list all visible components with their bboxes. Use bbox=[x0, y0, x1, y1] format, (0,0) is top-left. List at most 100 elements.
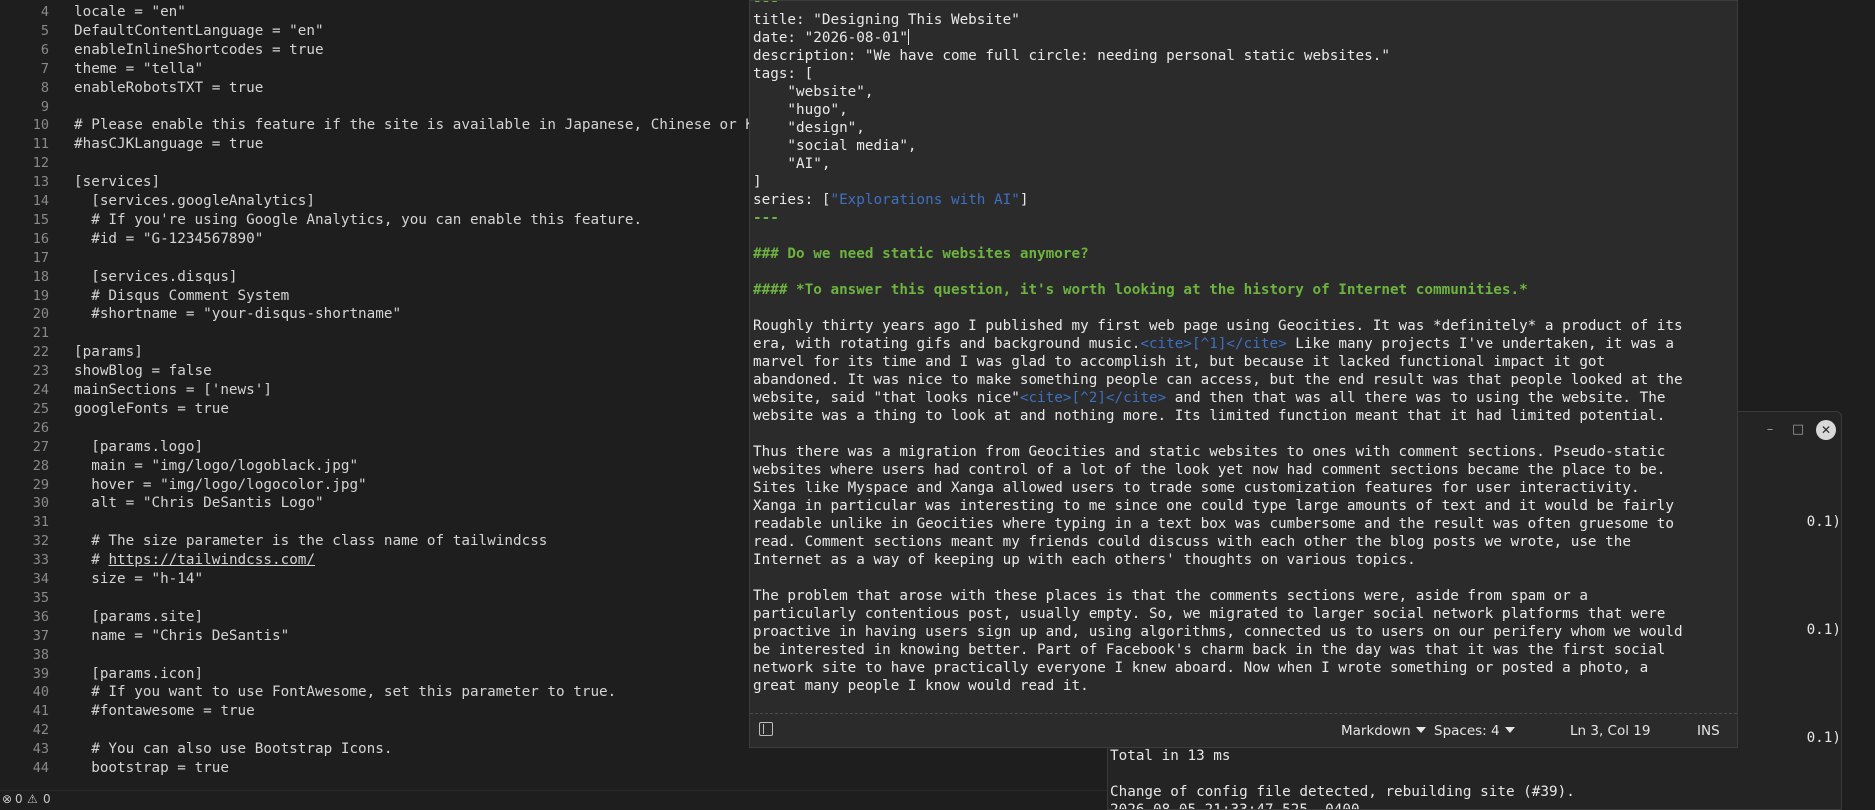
front-matter-tags-close: ] bbox=[753, 174, 762, 190]
terminal-text-fragment: 0.1) bbox=[1806, 622, 1841, 638]
sidebar-toggle-icon[interactable] bbox=[759, 722, 773, 736]
line-number: 40 bbox=[32, 684, 49, 701]
line-number: 42 bbox=[32, 722, 49, 739]
code-line: showBlog = false bbox=[74, 362, 212, 380]
code-text: #hasCJKLanguage = true bbox=[74, 136, 264, 153]
code-line: # If you're using Google Analytics, you … bbox=[74, 211, 642, 229]
code-text: enableRobotsTXT = true bbox=[74, 79, 264, 96]
paragraph-line: Sites like Myspace and Xanga allowed use… bbox=[753, 480, 1640, 496]
line-number: 10 bbox=[32, 117, 49, 134]
line-number: 18 bbox=[32, 268, 49, 285]
line-number: 31 bbox=[32, 514, 49, 531]
code-line: # If you want to use FontAwesome, set th… bbox=[74, 683, 616, 701]
line-number: 4 bbox=[40, 4, 49, 20]
line-number: 5 bbox=[40, 22, 49, 39]
code-line: [params.logo] bbox=[74, 438, 203, 456]
code-text: mainSections = ['news'] bbox=[74, 382, 272, 398]
line-number: 7 bbox=[40, 60, 49, 77]
line-number: 19 bbox=[32, 287, 49, 304]
markdown-editor-window[interactable]: --- title: "Designing This Website" date… bbox=[749, 0, 1738, 748]
code-text: [params.logo] bbox=[74, 438, 204, 455]
code-text: # Please enable this feature if the site… bbox=[74, 117, 763, 134]
terminal-line: 2026-08-05 21:33:47.525 -0400 bbox=[1110, 802, 1360, 810]
language-selector[interactable]: Markdown bbox=[1341, 723, 1426, 739]
code-line: # The size parameter is the class name o… bbox=[74, 532, 547, 550]
line-number-gutter: 4 5 6 7 8 9 10 11 12 13 14 15 16 17 18 19 20 21 22 23 24 25 26… bbox=[0, 0, 55, 790]
code-line: # Disqus Comment System bbox=[74, 287, 289, 305]
front-matter-date: date: "2026-08-01" bbox=[753, 29, 909, 46]
chevron-down-icon bbox=[1415, 727, 1426, 733]
code-text: # Disqus Comment System bbox=[74, 287, 290, 304]
code-text: [params] bbox=[74, 344, 143, 361]
code-text: bootstrap = true bbox=[74, 760, 229, 776]
code-text: #shortname = "your-disqus-shortname" bbox=[74, 306, 402, 323]
code-text: main = "img/logo/logoblack.jpg" bbox=[74, 457, 359, 474]
front-matter-title: title: "Designing This Website" bbox=[753, 12, 1020, 28]
cursor-position[interactable]: Ln 3, Col 19 bbox=[1570, 723, 1650, 739]
code-text: #fontawesome = true bbox=[74, 703, 255, 720]
code-line: [params.icon] bbox=[74, 665, 203, 683]
close-icon[interactable]: ✕ bbox=[1816, 420, 1836, 440]
line-number: 44 bbox=[32, 760, 49, 776]
line-number: 17 bbox=[32, 249, 49, 266]
terminal-line: Change of config file detected, rebuildi… bbox=[1110, 784, 1575, 800]
code-line: locale = "en" bbox=[74, 3, 186, 21]
problems-status-bar[interactable]: ⊗ 0 ⚠ 0 bbox=[0, 790, 1110, 809]
chevron-down-icon bbox=[1504, 727, 1515, 733]
code-text: # bbox=[74, 552, 109, 569]
line-number: 37 bbox=[32, 627, 49, 644]
code-line: enableRobotsTXT = true bbox=[74, 79, 263, 97]
code-text: #id = "G-1234567890" bbox=[74, 230, 264, 247]
code-line: enableInlineShortcodes = true bbox=[74, 41, 324, 59]
code-text: # If you're using Google Analytics, you … bbox=[74, 211, 643, 228]
front-matter-tag: "hugo", bbox=[753, 102, 848, 118]
line-number: 12 bbox=[32, 155, 49, 172]
indentation-selector[interactable]: Spaces: 4 bbox=[1434, 723, 1515, 739]
heading-h4: #### *To answer this question, it's wort… bbox=[753, 282, 1528, 298]
code-text: [params.icon] bbox=[74, 665, 204, 682]
code-line: # You can also use Bootstrap Icons. bbox=[74, 740, 392, 758]
line-number: 29 bbox=[32, 476, 49, 493]
line-number: 27 bbox=[32, 438, 49, 455]
paragraph-line: read. Comment sections meant my friends … bbox=[753, 534, 1631, 550]
paragraph-line: Roughly thirty years ago I published my … bbox=[753, 318, 1683, 334]
terminal-text-fragment: 0.1) bbox=[1806, 514, 1841, 530]
code-line: mainSections = ['news'] bbox=[74, 381, 272, 399]
paragraph-line: readable unlike in Geocities where typin… bbox=[753, 516, 1674, 532]
line-number: 11 bbox=[32, 136, 49, 153]
line-number: 43 bbox=[32, 741, 49, 758]
editor-status-bar: Markdown Spaces: 4 Ln 3, Col 19 INS bbox=[750, 714, 1737, 747]
code-text: showBlog = false bbox=[74, 363, 212, 380]
minimize-icon[interactable]: – bbox=[1760, 420, 1780, 440]
code-text: # The size parameter is the class name o… bbox=[74, 533, 548, 550]
line-number: 30 bbox=[32, 495, 49, 512]
code-text: [services.disqus] bbox=[74, 268, 238, 285]
code-line: hover = "img/logo/logocolor.jpg" bbox=[74, 476, 366, 494]
front-matter-series: series: ["Explorations with AI"] bbox=[753, 192, 1029, 208]
code-line: bootstrap = true bbox=[74, 759, 229, 777]
line-number: 9 bbox=[40, 98, 49, 115]
tailwind-link[interactable]: https://tailwindcss.com/ bbox=[108, 552, 315, 568]
line-number: 25 bbox=[32, 400, 49, 417]
maximize-icon[interactable]: □ bbox=[1788, 420, 1808, 440]
code-line: # https://tailwindcss.com/ bbox=[74, 551, 315, 569]
code-line: #hasCJKLanguage = true bbox=[74, 135, 263, 153]
front-matter-tag: "design", bbox=[753, 120, 865, 136]
insert-mode[interactable]: INS bbox=[1697, 723, 1720, 739]
warning-icon: ⚠ bbox=[27, 792, 38, 806]
code-line: theme = "tella" bbox=[74, 60, 203, 78]
line-number: 35 bbox=[32, 589, 49, 606]
paragraph-line: era, with rotating gifs and background m… bbox=[753, 336, 1675, 352]
code-text: theme = "tella" bbox=[74, 60, 204, 77]
paragraph-line: websites where users had control of a lo… bbox=[753, 462, 1666, 478]
code-line: name = "Chris DeSantis" bbox=[74, 627, 289, 645]
paragraph-line: particularly contentious post, usually e… bbox=[753, 606, 1666, 622]
line-number: 39 bbox=[32, 665, 49, 682]
front-matter-description: description: "We have come full circle: … bbox=[753, 48, 1390, 64]
code-line: #shortname = "your-disqus-shortname" bbox=[74, 305, 401, 323]
front-matter-tag: "social media", bbox=[753, 138, 917, 154]
line-number: 26 bbox=[32, 419, 49, 436]
paragraph-line: marvel for its time and I was glad to ac… bbox=[753, 354, 1606, 370]
code-text: locale = "en" bbox=[74, 4, 186, 20]
code-line: [params] bbox=[74, 343, 143, 361]
